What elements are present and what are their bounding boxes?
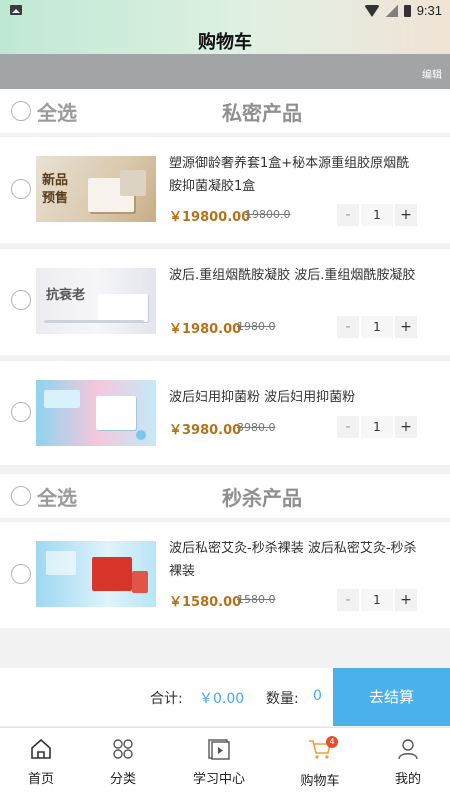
checkout-button[interactable]: 去结算 <box>333 668 450 726</box>
item-select-radio[interactable] <box>11 402 31 422</box>
increment-button[interactable]: + <box>395 589 417 611</box>
item-price: ￥19800.00 <box>169 210 251 225</box>
cart-item: 新品 预售 塑源御龄奢养套1盒+秘本源重组胶原烟酰胺抑菌凝胶1盒 ￥19800.… <box>0 137 450 243</box>
select-all-label[interactable]: 全选 <box>37 482 77 511</box>
decor-block <box>44 390 80 408</box>
home-icon <box>29 738 53 760</box>
quantity-value[interactable]: 1 <box>361 589 393 611</box>
tab-category[interactable]: 分类 <box>82 728 164 800</box>
total-label: 合计: <box>150 691 183 707</box>
decor-ball <box>136 430 146 440</box>
checkout-bar: 合计: ￥0.00 数量: 0 去结算 <box>0 668 450 726</box>
product-thumbnail[interactable] <box>36 380 156 446</box>
cart-item: 抗衰老 波后.重组烟酰胺凝胶 波后.重组烟酰胺凝胶 ￥1980.00 1980.… <box>0 249 450 355</box>
item-price: ￥3980.00 <box>169 423 242 438</box>
no-signal-icon <box>385 4 398 17</box>
decrement-button[interactable]: - <box>337 316 359 338</box>
quantity-value[interactable]: 1 <box>361 204 393 226</box>
product-thumbnail[interactable]: 抗衰老 <box>36 268 156 334</box>
quantity-stepper: - 1 + <box>337 589 417 611</box>
cart-icon: 4 <box>308 736 338 760</box>
wifi-icon <box>363 4 380 17</box>
section-header-private: 全选 私密产品 <box>0 89 450 133</box>
item-select-radio[interactable] <box>11 290 31 310</box>
select-all-radio[interactable] <box>11 486 31 506</box>
item-name[interactable]: 波后私密艾灸-秒杀裸装 波后私密艾灸-秒杀裸装 <box>169 537 421 583</box>
edit-button[interactable]: 编辑 <box>422 66 442 81</box>
page-title: 购物车 <box>198 32 252 53</box>
cart-item: 波后妇用抑菌粉 波后妇用抑菌粉 ￥3980.00 3980.0 - 1 + <box>0 361 450 465</box>
toolbar: 编辑 <box>0 54 450 89</box>
tab-label: 首页 <box>27 772 54 787</box>
category-icon <box>111 738 135 760</box>
top-header: 9:31 购物车 <box>0 0 450 54</box>
product-box-graphic <box>98 294 148 322</box>
select-all-label[interactable]: 全选 <box>37 97 77 126</box>
item-select-radio[interactable] <box>11 564 31 584</box>
tab-learning-center[interactable]: 学习中心 <box>164 728 274 800</box>
quantity-stepper: - 1 + <box>337 204 417 226</box>
total-value: ￥0.00 <box>199 691 245 707</box>
product-thumbnail[interactable] <box>36 541 156 607</box>
cart-item: 波后私密艾灸-秒杀裸装 波后私密艾灸-秒杀裸装 ￥1580.00 1580.0 … <box>0 522 450 628</box>
count-value: 0 <box>313 688 322 704</box>
battery-icon <box>403 4 411 17</box>
quantity-stepper: - 1 + <box>337 316 417 338</box>
product-box-graphic <box>92 557 132 591</box>
bottom-tab-bar: 首页 分类 学习中心 4 购物车 我的 <box>0 727 450 800</box>
section-title: 私密产品 <box>222 101 302 125</box>
select-all-radio[interactable] <box>11 101 31 121</box>
status-icons: 9:31 <box>363 3 442 18</box>
item-name[interactable]: 波后妇用抑菌粉 波后妇用抑菌粉 <box>169 386 421 409</box>
quantity-value[interactable]: 1 <box>361 316 393 338</box>
tab-label: 分类 <box>109 772 136 787</box>
thumbnail-text: 新品 预售 <box>42 173 69 206</box>
product-box-graphic <box>120 170 146 196</box>
item-original-price: 19800.0 <box>245 208 291 221</box>
image-notification-icon <box>10 5 22 15</box>
tab-home[interactable]: 首页 <box>0 728 82 800</box>
increment-button[interactable]: + <box>395 316 417 338</box>
increment-button[interactable]: + <box>395 204 417 226</box>
product-box-graphic <box>96 396 136 430</box>
quantity-value[interactable]: 1 <box>361 416 393 438</box>
profile-icon <box>396 738 420 760</box>
quantity-stepper: - 1 + <box>337 416 417 438</box>
tab-cart[interactable]: 4 购物车 <box>274 728 366 800</box>
item-select-radio[interactable] <box>11 179 31 199</box>
thumbnail-text: 抗衰老 <box>46 288 86 303</box>
tab-label: 学习中心 <box>192 772 245 787</box>
section-header-flash-sale: 全选 秒杀产品 <box>0 474 450 518</box>
tab-label: 购物车 <box>300 774 340 789</box>
decrement-button[interactable]: - <box>337 589 359 611</box>
item-name[interactable]: 波后.重组烟酰胺凝胶 波后.重组烟酰胺凝胶 <box>169 264 421 287</box>
item-original-price: 3980.0 <box>237 421 276 434</box>
decor-line <box>44 320 144 323</box>
item-name[interactable]: 塑源御龄奢养套1盒+秘本源重组胶原烟酰胺抑菌凝胶1盒 <box>169 152 421 198</box>
status-time: 9:31 <box>416 3 442 18</box>
decor-block <box>46 551 76 575</box>
tab-profile[interactable]: 我的 <box>366 728 450 800</box>
item-original-price: 1580.0 <box>237 593 276 606</box>
product-box-graphic <box>132 571 148 593</box>
item-original-price: 1980.0 <box>237 320 276 333</box>
decrement-button[interactable]: - <box>337 204 359 226</box>
decrement-button[interactable]: - <box>337 416 359 438</box>
status-bar: 9:31 <box>0 0 450 24</box>
learning-icon <box>207 738 231 760</box>
item-price: ￥1980.00 <box>169 322 242 337</box>
increment-button[interactable]: + <box>395 416 417 438</box>
product-thumbnail[interactable]: 新品 预售 <box>36 156 156 222</box>
cart-badge: 4 <box>326 736 338 748</box>
item-price: ￥1580.00 <box>169 595 242 610</box>
count-label: 数量: <box>266 691 299 707</box>
section-title: 秒杀产品 <box>222 486 302 510</box>
tab-label: 我的 <box>394 772 421 787</box>
